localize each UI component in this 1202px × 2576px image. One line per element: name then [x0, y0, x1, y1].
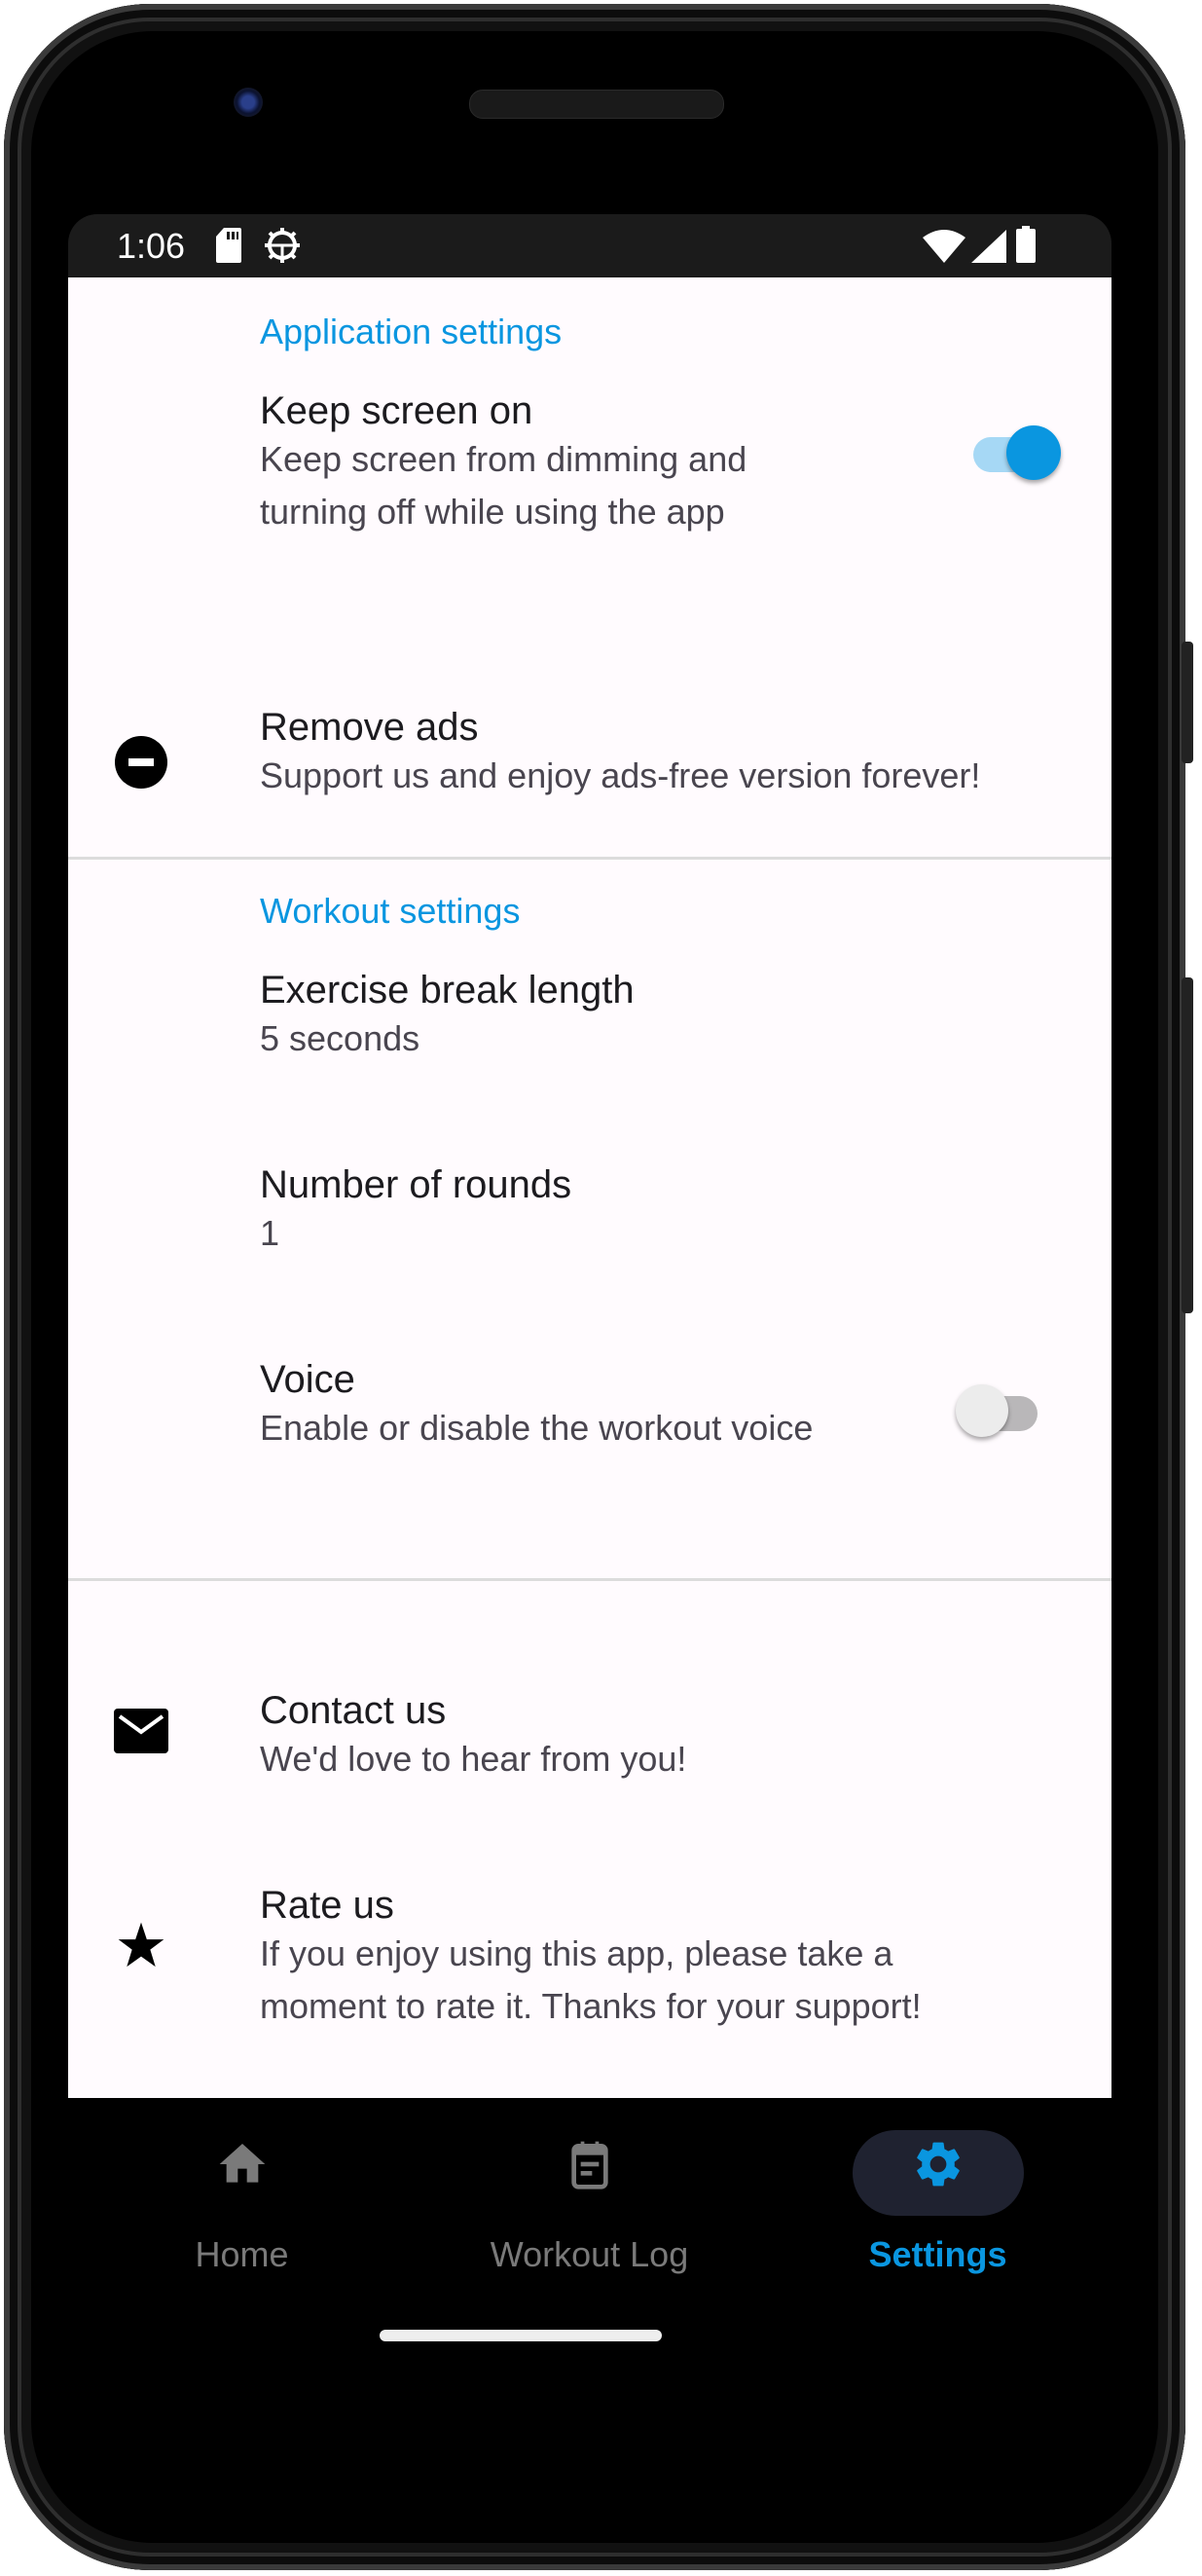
- setting-title: Exercise break length: [260, 969, 635, 1012]
- remove-circle-icon: [114, 735, 168, 790]
- setting-voice[interactable]: Voice Enable or disable the workout voic…: [68, 1358, 1111, 1465]
- setting-rate-us[interactable]: Rate us If you enjoy using this app, ple…: [68, 1884, 1111, 2040]
- mail-icon: [114, 1709, 168, 1763]
- setting-title: Remove ads: [260, 706, 479, 749]
- screen: 1:06 Application settings Keep screen on…: [68, 214, 1111, 2385]
- clipboard-icon: [563, 2137, 617, 2196]
- android-debug-icon: [263, 226, 302, 270]
- setting-subtitle: We'd love to hear from you!: [260, 1739, 687, 1779]
- setting-contact-us[interactable]: Contact us We'd love to hear from you!: [68, 1689, 1111, 1796]
- setting-number-of-rounds[interactable]: Number of rounds 1: [68, 1163, 1111, 1270]
- subtitle-line: turning off while using the app: [260, 492, 725, 532]
- home-icon: [215, 2137, 270, 2196]
- nav-label: Home: [195, 2234, 289, 2274]
- home-gesture-bar[interactable]: [380, 2330, 662, 2341]
- setting-title: Contact us: [260, 1689, 447, 1732]
- setting-subtitle: Keep screen from dimming and turning off…: [260, 433, 1019, 538]
- battery-icon: [1016, 226, 1036, 268]
- voice-toggle[interactable]: [956, 1382, 1043, 1441]
- wifi-icon: [923, 230, 965, 268]
- front-camera: [234, 88, 263, 117]
- setting-keep-screen-on[interactable]: Keep screen on Keep screen from dimming …: [68, 389, 1111, 535]
- status-time: 1:06: [117, 226, 186, 266]
- power-button: [1182, 642, 1193, 763]
- status-bar: 1:06: [68, 214, 1111, 277]
- setting-remove-ads[interactable]: Remove ads Support us and enjoy ads-free…: [68, 706, 1111, 823]
- setting-title: Number of rounds: [260, 1163, 572, 1206]
- setting-subtitle: 1: [260, 1213, 280, 1253]
- setting-title: Voice: [260, 1358, 355, 1401]
- nav-label: Workout Log: [490, 2234, 689, 2274]
- subtitle-line: moment to rate it. Thanks for your suppo…: [260, 1986, 922, 2026]
- setting-title: Keep screen on: [260, 389, 533, 432]
- section-title-workout-settings: Workout settings: [260, 891, 521, 931]
- sd-card-icon: [216, 228, 241, 268]
- settings-list: Application settings Keep screen on Keep…: [68, 277, 1111, 2098]
- setting-subtitle: Enable or disable the workout voice: [260, 1408, 814, 1448]
- setting-subtitle: Support us and enjoy ads-free version fo…: [260, 755, 981, 795]
- gear-icon: [911, 2137, 965, 2196]
- toggle-thumb: [956, 1384, 1008, 1437]
- star-icon: [114, 1918, 168, 1972]
- cellular-signal-icon: [971, 230, 1006, 268]
- volume-button: [1182, 977, 1193, 1313]
- earpiece-speaker: [469, 90, 724, 119]
- bottom-navigation: Home Workout Log Settings: [68, 2098, 1111, 2385]
- section-divider: [68, 1578, 1111, 1581]
- section-divider: [68, 857, 1111, 860]
- nav-item-workout-log[interactable]: Workout Log: [416, 2098, 763, 2293]
- setting-exercise-break-length[interactable]: Exercise break length 5 seconds: [68, 969, 1111, 1076]
- setting-subtitle: 5 seconds: [260, 1018, 420, 1058]
- section-title-application-settings: Application settings: [260, 312, 563, 351]
- setting-subtitle: If you enjoy using this app, please take…: [260, 1928, 1107, 2033]
- nav-item-home[interactable]: Home: [68, 2098, 416, 2293]
- subtitle-line: If you enjoy using this app, please take…: [260, 1933, 893, 1973]
- nav-label: Settings: [868, 2234, 1007, 2274]
- nav-item-settings[interactable]: Settings: [764, 2098, 1111, 2293]
- setting-title: Rate us: [260, 1884, 394, 1927]
- toggle-thumb: [1006, 425, 1061, 480]
- keep-screen-on-toggle[interactable]: [973, 423, 1061, 482]
- subtitle-line: Keep screen from dimming and: [260, 439, 747, 479]
